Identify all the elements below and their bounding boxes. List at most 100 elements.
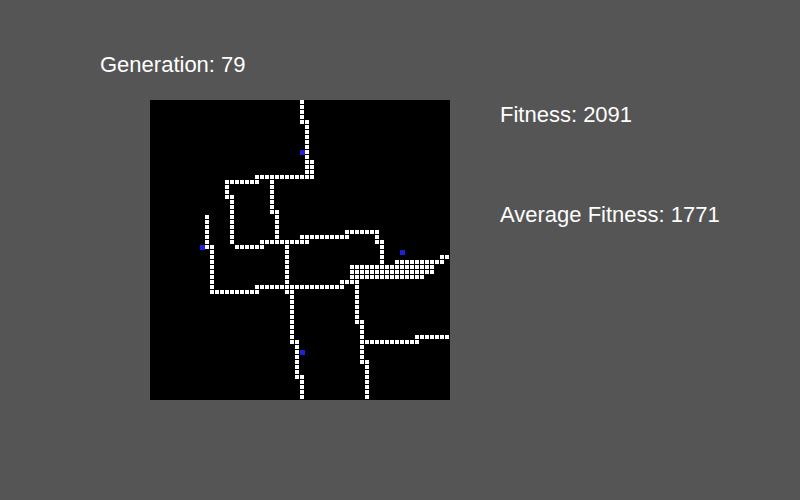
path-cell xyxy=(230,220,234,224)
path-cell xyxy=(230,195,234,199)
path-cell xyxy=(385,340,389,344)
path-cell xyxy=(380,275,384,279)
path-cell xyxy=(245,180,249,184)
path-cell xyxy=(300,235,304,239)
path-cell xyxy=(410,270,414,274)
path-cell xyxy=(295,370,299,374)
path-cell xyxy=(205,240,209,244)
path-cell xyxy=(345,230,349,234)
path-cell xyxy=(335,235,339,239)
path-cell xyxy=(360,340,364,344)
path-cell xyxy=(210,280,214,284)
path-cell xyxy=(205,230,209,234)
path-cell xyxy=(255,245,259,249)
path-cell xyxy=(295,285,299,289)
path-cell xyxy=(435,335,439,339)
path-cell xyxy=(355,295,359,299)
path-cell xyxy=(320,285,324,289)
path-cell xyxy=(285,260,289,264)
path-cell xyxy=(350,230,354,234)
path-cell xyxy=(230,210,234,214)
path-cell xyxy=(250,290,254,294)
path-cell xyxy=(355,320,359,324)
path-cell xyxy=(360,345,364,349)
path-cell xyxy=(375,275,379,279)
path-cell xyxy=(275,210,279,214)
path-cell xyxy=(420,265,424,269)
path-cell xyxy=(255,290,259,294)
path-cell xyxy=(230,205,234,209)
path-cell xyxy=(385,270,389,274)
path-cell xyxy=(270,195,274,199)
path-cell xyxy=(355,300,359,304)
path-cell xyxy=(210,245,214,249)
path-cell xyxy=(205,225,209,229)
path-cell xyxy=(250,245,254,249)
path-cell xyxy=(420,270,424,274)
path-cell xyxy=(405,260,409,264)
path-cell xyxy=(305,145,309,149)
path-cell xyxy=(440,335,444,339)
path-cell xyxy=(210,290,214,294)
node-dot xyxy=(200,245,205,250)
path-cell xyxy=(410,265,414,269)
path-cell xyxy=(425,335,429,339)
path-cell xyxy=(305,285,309,289)
path-cell xyxy=(360,275,364,279)
path-cell xyxy=(355,305,359,309)
path-cell xyxy=(390,265,394,269)
path-cell xyxy=(315,235,319,239)
path-cell xyxy=(355,275,359,279)
path-cell xyxy=(380,250,384,254)
path-cell xyxy=(270,205,274,209)
path-cell xyxy=(360,335,364,339)
path-cell xyxy=(425,260,429,264)
path-cell xyxy=(285,285,289,289)
path-cell xyxy=(225,185,229,189)
path-cell xyxy=(285,290,289,294)
path-cell xyxy=(230,200,234,204)
path-cell xyxy=(270,210,274,214)
path-cell xyxy=(375,235,379,239)
path-cell xyxy=(275,215,279,219)
path-cell xyxy=(230,180,234,184)
path-cell xyxy=(270,200,274,204)
path-cell xyxy=(370,230,374,234)
path-cell xyxy=(295,175,299,179)
path-cell xyxy=(310,235,314,239)
path-cell xyxy=(265,240,269,244)
path-cell xyxy=(300,110,304,114)
path-cell xyxy=(350,265,354,269)
path-cell xyxy=(355,270,359,274)
path-cell xyxy=(300,100,304,104)
path-cell xyxy=(245,290,249,294)
path-cell xyxy=(355,290,359,294)
path-cell xyxy=(295,350,299,354)
path-cell xyxy=(305,130,309,134)
path-cell xyxy=(230,225,234,229)
path-cell xyxy=(290,330,294,334)
path-cell xyxy=(235,245,239,249)
node-dot xyxy=(300,150,305,155)
path-cell xyxy=(290,240,294,244)
path-cell xyxy=(285,275,289,279)
path-cell xyxy=(270,190,274,194)
path-cell xyxy=(405,265,409,269)
path-cell xyxy=(210,285,214,289)
path-cell xyxy=(205,220,209,224)
path-cell xyxy=(375,265,379,269)
path-cell xyxy=(280,175,284,179)
path-cell xyxy=(255,285,259,289)
path-cell xyxy=(270,285,274,289)
path-cell xyxy=(355,230,359,234)
path-cell xyxy=(430,270,434,274)
path-cell xyxy=(305,175,309,179)
path-cell xyxy=(325,235,329,239)
path-cell xyxy=(295,365,299,369)
path-cell xyxy=(270,240,274,244)
path-cell xyxy=(350,280,354,284)
path-cell xyxy=(425,265,429,269)
path-cell xyxy=(375,230,379,234)
path-cell xyxy=(275,175,279,179)
path-cell xyxy=(240,245,244,249)
